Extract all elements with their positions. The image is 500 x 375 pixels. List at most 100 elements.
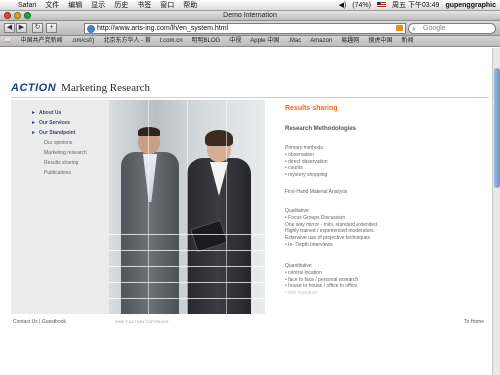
menu-safari[interactable]: Safari — [18, 0, 36, 11]
photo-grid-line — [148, 100, 149, 314]
window-controls — [4, 12, 31, 19]
address-text: http://www.arts-ing.com/lh/en_system.htm… — [97, 25, 229, 32]
bookmark-item[interactable]: .Mac — [288, 36, 301, 46]
footer-separator: | — [39, 319, 41, 325]
menu-help[interactable]: 帮助 — [183, 0, 197, 11]
bookmarks-icon[interactable]: 📖 — [4, 36, 11, 46]
header-divider — [11, 97, 489, 98]
vertical-scrollbar[interactable] — [492, 48, 500, 375]
bookmark-item[interactable]: 中视 — [229, 36, 241, 46]
site-logo[interactable]: ACTION Marketing Research — [11, 81, 171, 95]
nav-marketing-research[interactable]: Marketing research — [39, 148, 87, 158]
battery-status[interactable]: (74%) — [352, 0, 371, 11]
back-button[interactable]: ◀ — [4, 23, 15, 33]
bookmark-item[interactable]: Amazon — [310, 36, 332, 46]
method-item: One way mirror - mini, standard extended… — [285, 221, 379, 228]
close-window-icon[interactable] — [4, 12, 11, 19]
businessman-hair — [138, 127, 160, 136]
hero-photo — [109, 100, 265, 314]
menu-clock[interactable]: 周五 下午03:49 — [392, 0, 439, 11]
bookmark-item[interactable]: 新闻 — [401, 36, 413, 46]
nav-about-us[interactable]: About Us — [32, 108, 87, 118]
rss-icon[interactable] — [396, 25, 403, 31]
first-hand-text: First-Hand Material Analysis — [285, 189, 348, 195]
browser-toolbar: ◀ ▶ ↻ + http://www.arts-ing.com/lh/en_sy… — [0, 21, 500, 36]
method-item: • central location — [285, 269, 322, 276]
method-item: • In- Depth Interviews — [285, 241, 333, 248]
menu-window[interactable]: 窗口 — [160, 0, 174, 11]
forward-button[interactable]: ▶ — [16, 23, 27, 33]
menu-bookmarks[interactable]: 书签 — [137, 0, 151, 11]
section-heading: Results sharing — [285, 105, 338, 112]
method-item: Extensive use of projective techniques — [285, 235, 371, 242]
primary-methods-block: Primary methods: • observation • direct … — [285, 145, 328, 179]
method-item: • observation — [285, 151, 314, 158]
to-home-link[interactable]: To Home — [464, 319, 484, 325]
businesswoman-hair — [205, 130, 233, 146]
method-item: • house to house / office to office — [285, 283, 358, 290]
nav-our-standpoint[interactable]: Our Standpoint — [32, 128, 87, 138]
block-title: Primary methods: — [285, 145, 325, 151]
logo-brand: ACTION — [11, 82, 57, 94]
nav-our-services[interactable]: Our Services — [32, 118, 87, 128]
qualitative-block: Qualitative • Focus Groups Discussion On… — [285, 208, 378, 249]
app-menus: Safari 文件 编辑 显示 历史 书签 窗口 帮助 — [18, 0, 197, 11]
block-title: Qualitative — [285, 208, 309, 214]
photo-grid-line — [187, 100, 188, 314]
menu-file[interactable]: 文件 — [45, 0, 59, 11]
volume-icon[interactable]: ◀) — [339, 0, 347, 11]
nav-our-opinions[interactable]: Our opinions — [39, 138, 87, 148]
bookmark-item[interactable]: t.com.cn — [160, 36, 183, 46]
site-favicon-icon — [87, 25, 95, 33]
bookmark-item[interactable]: 明明BLOG — [192, 36, 221, 46]
menu-view[interactable]: 显示 — [91, 0, 105, 11]
bookmark-item[interactable]: 北京东方华人 - 首 — [104, 36, 151, 46]
search-icon: ⌕ — [412, 26, 416, 33]
page-footer: Contact Us | Guestbook 2006 © ACTION COP… — [0, 319, 500, 329]
menu-user[interactable]: gupenggraphic — [445, 0, 496, 11]
menu-status-area: ◀) (74%) 周五 下午03:49 gupenggraphic — [339, 0, 496, 11]
search-field[interactable]: ⌕ Google — [408, 23, 496, 34]
contact-us-link[interactable]: Contact Us — [13, 319, 38, 325]
bookmark-item[interactable]: 中国共产党新闻 — [20, 36, 62, 46]
menu-edit[interactable]: 编辑 — [68, 0, 82, 11]
menu-history[interactable]: 历史 — [114, 0, 128, 11]
bookmark-item[interactable]: 易趣网 — [341, 36, 359, 46]
input-flag-icon[interactable] — [376, 2, 386, 8]
logo-tagline: Marketing Research — [61, 82, 151, 94]
mac-menu-bar: Safari 文件 编辑 显示 历史 书签 窗口 帮助 ◀) (74%) 周五 … — [0, 0, 500, 11]
method-item: • face to face / personal research — [285, 276, 359, 283]
add-bookmark-button[interactable]: + — [46, 23, 57, 33]
footer-links: Contact Us | Guestbook — [13, 319, 66, 325]
method-item: • Focus Groups Discussion — [285, 214, 346, 221]
window-title-bar: Demo Internation — [0, 11, 500, 21]
method-item: • counts — [285, 165, 303, 172]
method-item: • mystery shopping — [285, 172, 328, 179]
side-nav: About Us Our Services Our Standpoint Our… — [32, 108, 87, 178]
content-column: Results sharing Research Methodologies P… — [285, 103, 485, 296]
bookmarks-bar: 📖 中国共产党新闻 .om/csf/) 北京东方华人 - 首 t.com.cn … — [0, 36, 500, 47]
method-item: • direct observation — [285, 158, 328, 165]
photo-grid-line — [226, 100, 227, 314]
quantitative-block: Quantitative • central location • face t… — [285, 263, 358, 297]
scrollbar-thumb[interactable] — [494, 68, 500, 188]
bookmark-item[interactable]: 搜虎中国 — [368, 36, 392, 46]
minimize-window-icon[interactable] — [14, 12, 21, 19]
window-title: Demo Internation — [223, 12, 277, 19]
bookmark-item[interactable]: .om/csf/) — [72, 36, 95, 46]
method-item-faded: • tele research — [285, 290, 318, 297]
block-title: Quantitative — [285, 263, 312, 269]
guestbook-link[interactable]: Guestbook — [42, 319, 66, 325]
method-item: Highly trained / experienced moderators. — [285, 228, 376, 235]
nav-results-sharing[interactable]: Results sharing — [39, 158, 87, 168]
zoom-window-icon[interactable] — [24, 12, 31, 19]
bookmark-item[interactable]: Apple 中国 — [250, 36, 279, 46]
nav-publications[interactable]: Publications — [39, 168, 87, 178]
first-hand-block: First-Hand Material Analysis — [285, 189, 347, 196]
reload-button[interactable]: ↻ — [32, 23, 43, 33]
copyright-text: 2006 © ACTION COPYRIGHT — [115, 319, 169, 324]
web-page: ACTION Marketing Research About Us Our S… — [0, 48, 500, 375]
section-subhead: Research Methodologies — [285, 126, 357, 132]
address-bar[interactable]: http://www.arts-ing.com/lh/en_system.htm… — [84, 23, 406, 34]
search-placeholder: Google — [423, 25, 446, 32]
